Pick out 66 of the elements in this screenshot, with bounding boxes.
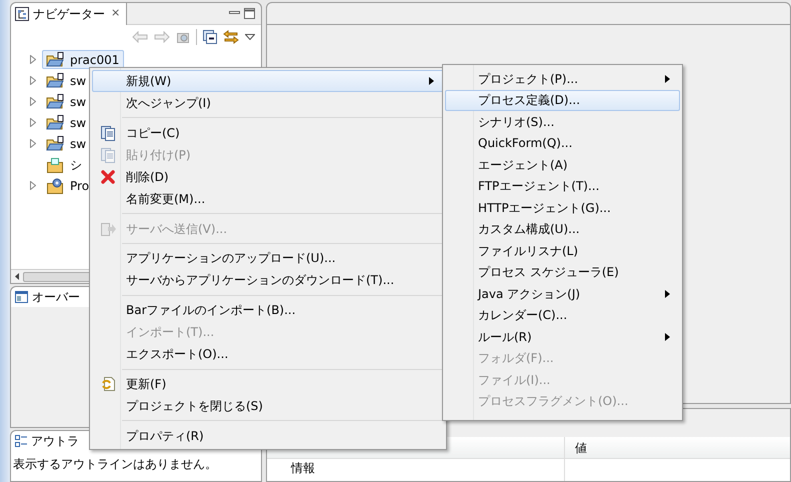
refresh-icon bbox=[100, 376, 116, 392]
view-menu-icon[interactable] bbox=[245, 34, 255, 40]
column-header[interactable]: 値 bbox=[565, 437, 587, 458]
menu-item[interactable]: カレンダー(C)... bbox=[445, 304, 680, 326]
submenu-arrow-icon bbox=[665, 290, 670, 298]
menu-item[interactable]: アプリケーションのアップロード(U)... bbox=[92, 247, 444, 270]
expand-arrow-icon[interactable] bbox=[30, 139, 36, 148]
menu-item[interactable]: ルール(R) bbox=[445, 326, 680, 348]
maximize-icon[interactable] bbox=[244, 8, 255, 19]
outline-message: 表示するアウトラインはありません。 bbox=[12, 456, 218, 473]
submenu-arrow-icon bbox=[665, 74, 670, 83]
menu-item[interactable]: カスタム構成(U)... bbox=[445, 218, 680, 240]
menu-item[interactable]: ファイルリスナ(L) bbox=[445, 240, 680, 262]
delete-icon bbox=[100, 168, 116, 185]
menu-item[interactable]: QuickForm(Q)... bbox=[445, 132, 680, 154]
menu-item[interactable]: HTTPエージェント(G)... bbox=[445, 197, 680, 218]
folder-icon bbox=[46, 94, 64, 110]
menu-item[interactable]: プロパティ(R) bbox=[92, 424, 444, 447]
menu-item[interactable]: 新規(W) bbox=[92, 70, 444, 92]
back-arrow-icon[interactable] bbox=[132, 31, 148, 43]
tree-item[interactable]: シ bbox=[24, 154, 87, 175]
submenu-arrow-icon bbox=[665, 332, 670, 341]
copy-icon bbox=[100, 124, 116, 141]
menu-item[interactable]: プロジェクト(P)... bbox=[445, 68, 680, 90]
menu-item[interactable]: 次へジャンプ(I) bbox=[92, 92, 444, 114]
folder-icon bbox=[46, 114, 64, 130]
property-cell: 情報 bbox=[291, 461, 315, 475]
link-arrows-icon[interactable] bbox=[223, 30, 239, 44]
menu-item[interactable]: 更新(F) bbox=[92, 372, 444, 395]
expand-arrow-icon[interactable] bbox=[30, 97, 36, 106]
submenu-arrow-icon bbox=[429, 77, 434, 85]
folder-icon bbox=[46, 136, 64, 152]
expand-arrow-icon[interactable] bbox=[30, 55, 36, 64]
menu-item[interactable]: エクスポート(O)... bbox=[92, 343, 444, 366]
folder-icon bbox=[46, 52, 64, 68]
box-icon bbox=[46, 156, 64, 172]
menu-item[interactable]: FTPエージェント(T)... bbox=[445, 176, 680, 197]
menu-item[interactable]: コピー(C) bbox=[92, 122, 444, 144]
menu-item[interactable]: エージェント(A) bbox=[445, 154, 680, 176]
folder-icon bbox=[46, 72, 64, 88]
navigator-tab[interactable]: ナビゲーター × bbox=[11, 2, 128, 24]
tree-item[interactable]: sw bbox=[24, 133, 92, 154]
gear-folder-icon bbox=[46, 178, 64, 194]
expand-arrow-icon[interactable] bbox=[30, 118, 36, 127]
navigator-icon bbox=[15, 6, 29, 20]
menu-item[interactable]: プロセス定義(D)... bbox=[445, 90, 680, 111]
menu-item[interactable]: プロジェクトを閉じる(S) bbox=[92, 394, 444, 417]
menu-item[interactable]: 削除(D) bbox=[92, 166, 444, 188]
menu-item[interactable]: シナリオ(S)... bbox=[445, 111, 680, 132]
menu-item[interactable]: プロセス スケジューラ(E) bbox=[445, 262, 680, 283]
overview-icon bbox=[15, 291, 28, 303]
tree-item[interactable]: sw bbox=[24, 112, 92, 133]
send-icon bbox=[100, 220, 116, 237]
expand-arrow-icon[interactable] bbox=[30, 181, 36, 190]
forward-arrow-icon[interactable] bbox=[154, 31, 170, 43]
tree-item[interactable]: sw bbox=[24, 91, 92, 112]
menu-item[interactable]: Java アクション(J) bbox=[445, 283, 680, 304]
outline-icon bbox=[15, 435, 27, 447]
menu-item[interactable]: 名前変更(M)... bbox=[92, 188, 444, 210]
paste-icon bbox=[100, 146, 116, 163]
collapse-all-icon[interactable] bbox=[203, 30, 217, 44]
close-button[interactable]: × bbox=[109, 5, 122, 22]
expand-arrow-icon[interactable] bbox=[30, 76, 36, 85]
tree-item[interactable]: Pro bbox=[24, 175, 94, 196]
tree-item[interactable]: sw bbox=[24, 70, 92, 91]
scroll-left-icon[interactable] bbox=[15, 273, 19, 280]
